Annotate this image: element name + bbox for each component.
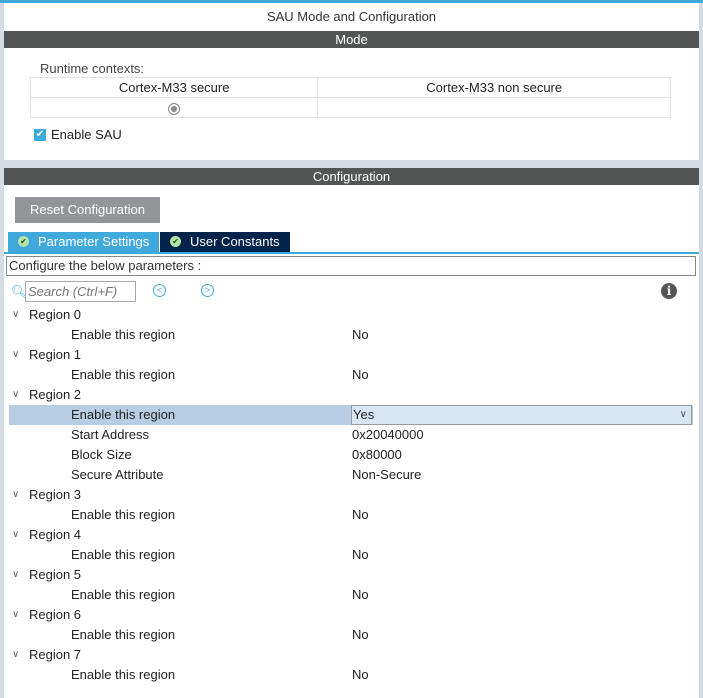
value-text: Yes: [353, 407, 375, 422]
runtime-contexts-table: Cortex-M33 secure Cortex-M33 non secure: [29, 77, 671, 118]
chevron-down-icon[interactable]: ∨: [12, 345, 19, 365]
parameter-row[interactable]: Block Size 0x80000: [9, 445, 693, 465]
chevron-down-icon[interactable]: ∨: [12, 305, 19, 325]
parameter-select[interactable]: Yes ∨: [351, 405, 692, 425]
secure-radio[interactable]: [168, 102, 181, 115]
configure-label: Configure the below parameters :: [6, 256, 696, 276]
chevron-down-icon[interactable]: ∨: [12, 565, 19, 585]
parameter-name: Secure Attribute: [71, 467, 164, 482]
region-node[interactable]: ∨ Region 7: [9, 645, 693, 665]
value-text: Non-Secure: [352, 467, 422, 482]
parameter-value: No: [352, 625, 369, 645]
parameter-row[interactable]: Enable this region Yes ∨: [9, 405, 693, 425]
parameter-row[interactable]: Enable this region No: [9, 365, 693, 385]
enable-sau-label: Enable SAU: [51, 127, 122, 142]
region-node[interactable]: ∨ Region 5: [9, 565, 693, 585]
parameter-name: Enable this region: [71, 667, 176, 682]
chevron-down-icon[interactable]: ∨: [12, 645, 19, 665]
mode-header: Mode: [4, 31, 699, 48]
region-node[interactable]: ∨ Region 3: [9, 485, 693, 505]
chevron-down-icon[interactable]: ∨: [12, 605, 19, 625]
value-text: No: [352, 367, 369, 382]
region-name: Region 7: [29, 647, 82, 662]
parameter-value: No: [352, 545, 369, 565]
parameter-name: Enable this region: [71, 587, 176, 602]
parameter-value: 0x80000: [352, 445, 402, 465]
page-title: SAU Mode and Configuration: [4, 3, 699, 31]
region-name: Region 6: [29, 607, 82, 622]
runtime-contexts-label: Runtime contexts:: [40, 61, 145, 76]
info-icon[interactable]: i: [661, 283, 677, 299]
region-name: Region 0: [29, 307, 82, 322]
region-name: Region 3: [29, 487, 82, 502]
parameter-name: Block Size: [71, 447, 132, 462]
region-name: Region 1: [29, 347, 82, 362]
value-text: No: [352, 587, 369, 602]
parameter-value: No: [352, 585, 369, 605]
secure-radio-cell[interactable]: [29, 97, 319, 118]
parameter-name: Enable this region: [71, 367, 176, 382]
enable-sau-checkbox[interactable]: ✔: [34, 129, 46, 141]
parameter-name: Enable this region: [71, 327, 176, 342]
chevron-down-icon[interactable]: ∨: [12, 525, 19, 545]
parameter-row[interactable]: Start Address 0x20040000: [9, 425, 693, 445]
tab-label: Parameter Settings: [38, 234, 150, 249]
parameter-value: No: [352, 325, 369, 345]
region-name: Region 5: [29, 567, 82, 582]
region-name: Region 4: [29, 527, 82, 542]
previous-icon[interactable]: <: [153, 284, 166, 297]
parameter-name: Enable this region: [71, 627, 176, 642]
configuration-header: Configuration: [4, 168, 699, 185]
parameter-row[interactable]: Secure Attribute Non-Secure: [9, 465, 693, 485]
value-text: 0x20040000: [352, 427, 424, 442]
region-name: Region 2: [29, 387, 82, 402]
non-secure-cell[interactable]: [317, 97, 671, 118]
chevron-down-icon[interactable]: ∨: [680, 406, 687, 424]
parameter-name: Start Address: [71, 427, 150, 442]
tab-user-constants[interactable]: ✔ User Constants: [160, 232, 290, 252]
chevron-down-icon[interactable]: ∨: [12, 485, 19, 505]
region-node[interactable]: ∨ Region 1: [9, 345, 693, 365]
reset-configuration-button[interactable]: Reset Configuration: [15, 197, 160, 223]
parameter-name: Enable this region: [71, 547, 176, 562]
parameter-value: No: [352, 365, 369, 385]
parameter-value: No: [352, 505, 369, 525]
parameter-name: Enable this region: [71, 407, 176, 422]
value-text: No: [352, 327, 369, 342]
value-text: 0x80000: [352, 447, 402, 462]
column-non-secure: Cortex-M33 non secure: [317, 77, 671, 98]
parameter-row[interactable]: Enable this region No: [9, 585, 693, 605]
parameter-value: 0x20040000: [352, 425, 424, 445]
parameter-row[interactable]: Enable this region No: [9, 505, 693, 525]
tab-underline: [4, 252, 699, 254]
region-node[interactable]: ∨ Region 0: [9, 305, 693, 325]
parameter-value: Non-Secure: [352, 465, 421, 485]
value-text: No: [352, 627, 369, 642]
check-icon: ✔: [18, 236, 29, 247]
value-text: No: [352, 507, 369, 522]
parameter-row[interactable]: Enable this region No: [9, 325, 693, 345]
value-text: No: [352, 547, 369, 562]
check-icon: ✔: [170, 236, 181, 247]
parameter-row[interactable]: Enable this region No: [9, 665, 693, 685]
tab-label: User Constants: [190, 234, 280, 249]
search-input[interactable]: [25, 281, 136, 302]
parameter-row[interactable]: Enable this region No: [9, 625, 693, 645]
region-node[interactable]: ∨ Region 4: [9, 525, 693, 545]
value-text: No: [352, 667, 369, 682]
region-node[interactable]: ∨ Region 2: [9, 385, 693, 405]
parameter-value: No: [352, 665, 369, 685]
tab-parameter-settings[interactable]: ✔ Parameter Settings: [8, 232, 159, 252]
next-icon[interactable]: >: [201, 284, 214, 297]
chevron-down-icon[interactable]: ∨: [12, 385, 19, 405]
region-node[interactable]: ∨ Region 6: [9, 605, 693, 625]
parameter-row[interactable]: Enable this region No: [9, 545, 693, 565]
parameter-name: Enable this region: [71, 507, 176, 522]
column-secure: Cortex-M33 secure: [29, 77, 319, 98]
